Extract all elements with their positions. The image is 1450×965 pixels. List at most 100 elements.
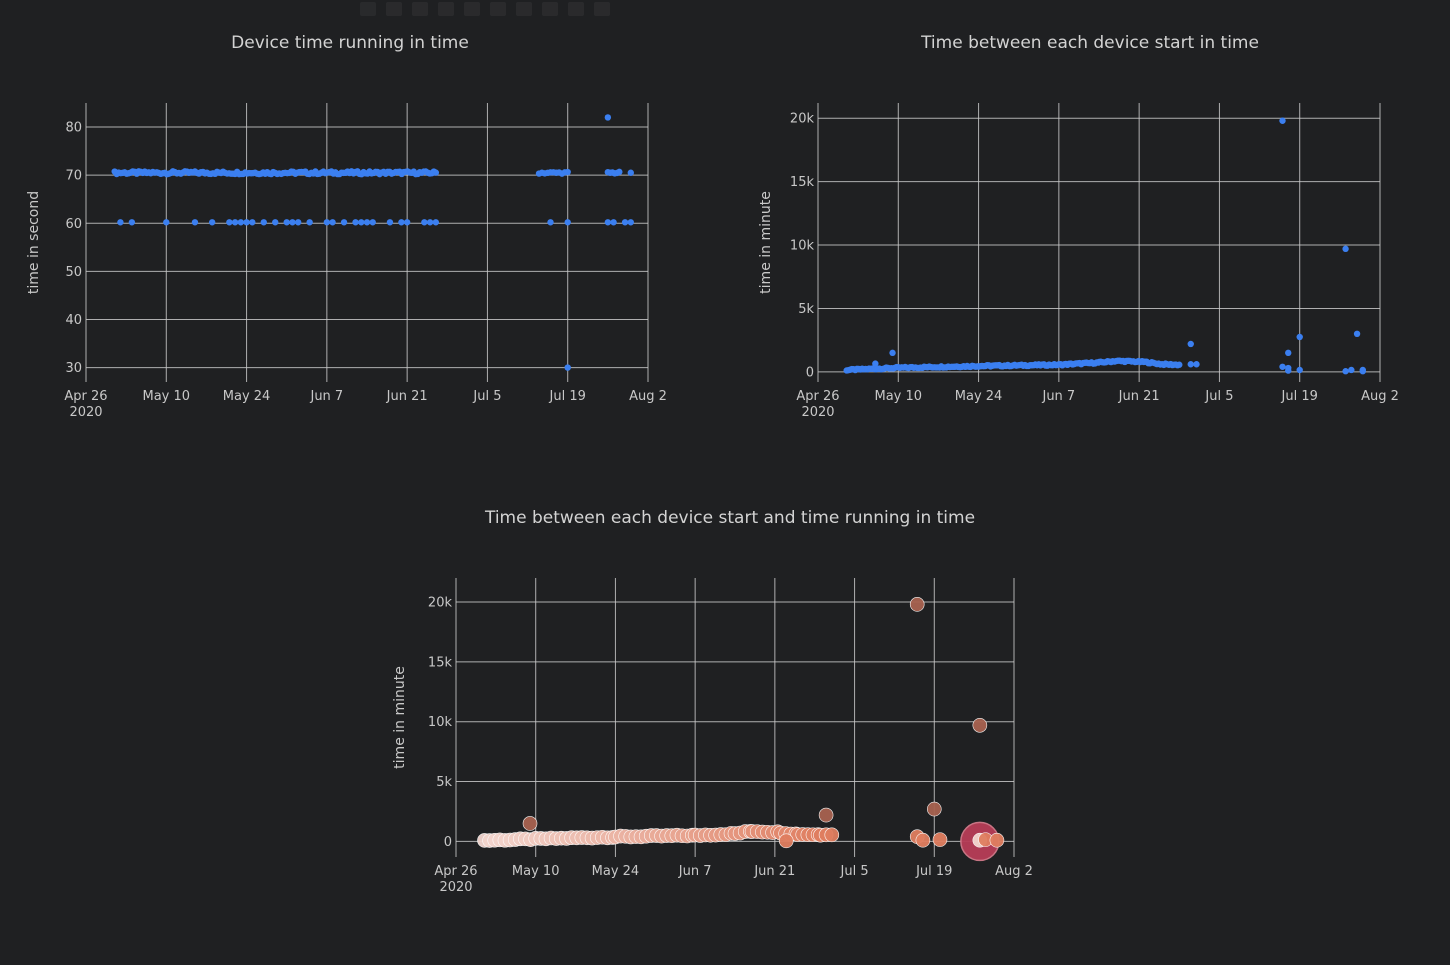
data-point bbox=[191, 219, 199, 226]
grid bbox=[817, 103, 1381, 382]
data-point bbox=[231, 219, 239, 226]
data-point bbox=[1353, 330, 1361, 338]
data-bubble bbox=[909, 597, 925, 612]
data-point bbox=[1342, 368, 1349, 375]
data-point bbox=[1279, 117, 1286, 124]
y-tick-label: 40 bbox=[65, 313, 82, 328]
data-point bbox=[1187, 340, 1194, 348]
grid bbox=[85, 103, 649, 382]
data-point bbox=[363, 219, 371, 226]
data-point bbox=[564, 219, 571, 226]
y-tick-label: 80 bbox=[65, 121, 82, 136]
data-point bbox=[872, 360, 879, 367]
x-tick-label: Jun 21 bbox=[753, 864, 795, 879]
data-point bbox=[163, 219, 170, 226]
data-point bbox=[323, 219, 331, 226]
chart-title: Time between each device start and time … bbox=[484, 508, 976, 528]
data-point bbox=[1296, 333, 1303, 341]
data-bubble bbox=[926, 801, 942, 817]
data-bubble bbox=[824, 827, 840, 843]
chart-bubble: Time between each device start and time … bbox=[360, 475, 1100, 945]
y-axis-title: time in second bbox=[26, 191, 42, 294]
data-bubble bbox=[932, 832, 948, 847]
chart-title: Device time running in time bbox=[231, 33, 469, 53]
y-tick-label: 30 bbox=[65, 361, 82, 376]
chart-between: Time between each device start in time A… bbox=[730, 0, 1450, 440]
data-point bbox=[1296, 366, 1303, 374]
chart-running: Device time running in time Apr 26 2020 Ma… bbox=[0, 0, 700, 440]
y-tick-label: 15k bbox=[790, 175, 815, 190]
x-tick-label: Jun 7 bbox=[678, 864, 712, 879]
x-tick-label: Apr 26 bbox=[796, 389, 839, 404]
x-tick-label: Jun 7 bbox=[309, 389, 343, 404]
data-point bbox=[226, 219, 233, 226]
y-tick-label: 10k bbox=[790, 239, 815, 254]
x-tick-label: May 10 bbox=[143, 389, 191, 404]
x-tick-label: Aug 2 bbox=[995, 864, 1033, 879]
y-axis-title: time in minute bbox=[758, 191, 774, 294]
x-tick-label: Apr 26 bbox=[434, 864, 477, 879]
data-bubble bbox=[778, 833, 794, 849]
x-tick-label: Jul 19 bbox=[915, 864, 952, 879]
x-tick-label: Jul 5 bbox=[1204, 389, 1233, 404]
chart-between-svg[interactable]: Apr 262020 May 10 May 24 Jun 7 Jun 21 Jul 5 Ju… bbox=[730, 0, 1450, 440]
data-point bbox=[1193, 361, 1200, 368]
x-tick-label: Jul 19 bbox=[1281, 389, 1318, 404]
data-point bbox=[610, 219, 617, 226]
data-point bbox=[237, 219, 245, 226]
x-tick-label: Jul 19 bbox=[549, 389, 586, 404]
data-point bbox=[340, 219, 348, 226]
data-point bbox=[547, 219, 554, 226]
y-tick-label: 15k bbox=[428, 655, 453, 670]
data-point bbox=[289, 219, 296, 226]
data-point bbox=[117, 219, 124, 226]
data-bubble bbox=[915, 832, 931, 848]
series-bubbles bbox=[477, 597, 1005, 862]
data-point bbox=[128, 219, 136, 226]
y-tick-label: 10k bbox=[428, 715, 453, 730]
x-tick-year: 2020 bbox=[439, 880, 472, 895]
y-tick-label: 5k bbox=[798, 302, 814, 317]
data-point bbox=[398, 219, 405, 226]
data-point bbox=[616, 168, 623, 176]
data-point bbox=[621, 219, 629, 226]
data-point bbox=[249, 219, 256, 226]
data-point bbox=[352, 219, 359, 226]
data-point bbox=[208, 219, 216, 226]
x-tick-label: May 10 bbox=[875, 389, 923, 404]
series-points bbox=[843, 117, 1366, 375]
x-tick-label: May 24 bbox=[592, 864, 640, 879]
data-point bbox=[627, 219, 634, 226]
data-point bbox=[272, 219, 279, 226]
chart-title: Time between each device start in time bbox=[921, 33, 1259, 53]
data-point bbox=[369, 219, 376, 226]
data-point bbox=[1187, 361, 1194, 368]
x-tick-label: Jun 21 bbox=[386, 389, 428, 404]
x-tick-label: Jul 5 bbox=[472, 389, 501, 404]
data-point bbox=[1359, 368, 1366, 375]
x-tick-label: May 24 bbox=[223, 389, 271, 404]
x-tick-year: 2020 bbox=[801, 405, 834, 420]
x-tick-label: Aug 2 bbox=[629, 389, 667, 404]
data-point bbox=[1285, 349, 1292, 357]
y-tick-label: 50 bbox=[65, 265, 82, 280]
data-point bbox=[329, 219, 336, 226]
data-point bbox=[889, 349, 896, 357]
y-tick-label: 0 bbox=[806, 365, 814, 380]
data-point bbox=[421, 219, 428, 226]
data-point bbox=[294, 219, 302, 226]
data-point bbox=[386, 219, 394, 226]
chart-bubble-svg[interactable]: Apr 262020 May 10 May 24 Jun 7 Jun 21 Jul 5 Ju… bbox=[360, 475, 1100, 945]
data-bubble bbox=[522, 816, 538, 831]
x-tick-year: 2020 bbox=[69, 405, 102, 420]
data-point bbox=[1285, 367, 1292, 374]
data-point bbox=[306, 219, 313, 226]
data-point bbox=[1348, 366, 1355, 374]
y-tick-label: 0 bbox=[444, 835, 452, 850]
y-axis-title: time in minute bbox=[392, 666, 408, 769]
data-point bbox=[283, 219, 290, 226]
data-point bbox=[243, 219, 250, 226]
data-point bbox=[426, 219, 434, 226]
x-tick-label: Jun 21 bbox=[1118, 389, 1160, 404]
chart-running-svg[interactable]: Apr 262020 May 10 May 24 Jun 7 Jun 21 Jul 5 Ju… bbox=[0, 0, 700, 440]
